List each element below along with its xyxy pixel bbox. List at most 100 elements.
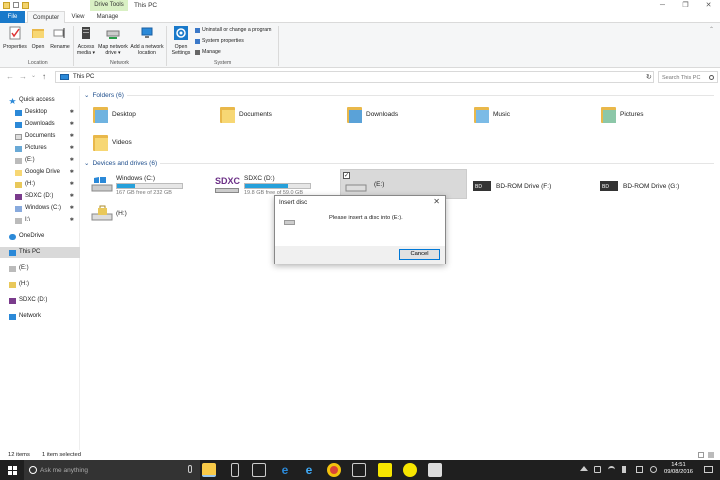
tab-manage[interactable]: Manage (95, 11, 120, 23)
tab-view[interactable]: View (68, 11, 88, 23)
sidebar-item-desktop[interactable]: Desktop ✱ (0, 107, 80, 118)
sidebar-item-windows-c[interactable]: Windows (C:) ✱ (0, 203, 80, 214)
address-bar[interactable]: This PC ⌄ (55, 71, 654, 83)
drives-section-header[interactable]: ⌄ Devices and drives (6) (84, 159, 714, 167)
sidebar-item-quick-access[interactable]: Quick access (0, 95, 80, 106)
sidebar-item-drive-h[interactable]: (H:) (0, 279, 80, 290)
drive-bd-rom-f[interactable]: BD BD-ROM Drive (F:) (471, 172, 551, 200)
computer-icon (60, 74, 69, 80)
refresh-icon[interactable]: ↻ (646, 73, 652, 81)
new-folder-icon[interactable] (22, 2, 29, 9)
cortana-icon (29, 466, 37, 474)
start-button[interactable] (0, 460, 24, 480)
tab-file[interactable]: File (0, 11, 25, 23)
sidebar-item-sdxc[interactable]: SDXC (D:) ✱ (0, 191, 80, 202)
drive-windows-c[interactable]: Windows (C:) 167 GB free of 232 GB (91, 171, 183, 199)
sidebar-item-drive-e[interactable]: (E:) ✱ (0, 155, 80, 166)
pin-icon[interactable]: ✱ (70, 191, 74, 202)
star-icon (9, 97, 16, 104)
messenger-icon[interactable] (378, 463, 392, 477)
system-properties-button[interactable]: System properties (195, 38, 244, 44)
folder-pictures[interactable]: Pictures (601, 101, 643, 127)
back-icon[interactable]: ← (6, 72, 14, 81)
edge-browser-icon[interactable]: e (278, 463, 292, 477)
cancel-button[interactable]: Cancel (399, 249, 440, 260)
sidebar-item-google-drive[interactable]: Google Drive ✱ (0, 167, 80, 178)
pin-icon[interactable]: ✱ (70, 143, 74, 154)
language-icon[interactable] (650, 466, 657, 473)
sidebar-item-documents[interactable]: Documents ✱ (0, 131, 80, 142)
uninstall-program-button[interactable]: Uninstall or change a program (195, 27, 272, 33)
keyboard-icon[interactable] (636, 466, 643, 473)
app-icon[interactable] (352, 463, 366, 477)
checkbox-icon[interactable]: ✓ (343, 172, 350, 179)
rename-icon (53, 28, 65, 38)
folder-documents[interactable]: Documents (220, 101, 272, 127)
sidebar-item-drive-e[interactable]: (E:) (0, 263, 80, 274)
folder-downloads[interactable]: Downloads (347, 101, 398, 127)
search-box[interactable] (658, 71, 718, 83)
manage-button[interactable]: Manage (195, 49, 221, 55)
folder-icon[interactable] (3, 2, 10, 9)
sidebar-item-network[interactable]: Network (0, 311, 80, 322)
forward-icon[interactable]: → (19, 72, 27, 81)
map-network-drive-button[interactable]: Map network drive ▾ (98, 26, 128, 56)
sidebar-item-downloads[interactable]: Downloads ✱ (0, 119, 80, 130)
minimize-icon[interactable]: ─ (651, 0, 674, 11)
chevron-up-icon[interactable]: ⌃ (709, 26, 714, 33)
drive-bd-rom-g[interactable]: BD BD-ROM Drive (G:) (598, 172, 679, 200)
pin-icon[interactable]: ✱ (70, 155, 74, 166)
open-button[interactable]: Open (29, 26, 47, 50)
file-explorer-taskbar-icon[interactable] (202, 463, 216, 477)
chevron-down-icon[interactable]: ⌄ (31, 72, 36, 79)
microphone-icon[interactable] (188, 465, 192, 473)
volume-icon[interactable] (622, 466, 626, 473)
battery-icon[interactable] (594, 466, 601, 473)
tiles-view-icon[interactable] (708, 452, 714, 458)
open-settings-button[interactable]: Open Settings (170, 26, 192, 56)
pin-icon[interactable]: ✱ (70, 131, 74, 142)
sidebar-item-drive-h[interactable]: (H:) ✱ (0, 179, 80, 190)
maximize-icon[interactable]: ❐ (674, 0, 697, 11)
chrome-icon[interactable] (327, 463, 341, 477)
sidebar-item-sdxc[interactable]: SDXC (D:) (0, 295, 80, 306)
rename-button[interactable]: Rename (49, 26, 71, 50)
pin-icon[interactable]: ✱ (70, 167, 74, 178)
drive-tools-context-tab[interactable]: Drive Tools (90, 0, 128, 11)
details-view-icon[interactable] (698, 452, 704, 458)
properties-small-icon[interactable] (13, 2, 19, 8)
store-icon[interactable] (252, 463, 266, 477)
network-location-icon (141, 27, 153, 38)
taskbar-clock[interactable]: 14:51 09/08/2016 (664, 462, 693, 476)
wifi-icon[interactable] (608, 466, 615, 473)
access-media-button[interactable]: Access media ▾ (76, 26, 96, 56)
add-network-location-button[interactable]: Add a network location (130, 26, 164, 56)
sidebar-item-drive-i[interactable]: I:\ ✱ (0, 215, 80, 226)
close-icon[interactable]: ✕ (433, 197, 440, 206)
pin-icon[interactable]: ✱ (70, 119, 74, 130)
pin-icon[interactable]: ✱ (70, 179, 74, 190)
drive-h[interactable]: (H:) (91, 199, 127, 227)
pin-icon[interactable]: ✱ (70, 215, 74, 226)
internet-explorer-icon[interactable]: e (302, 463, 316, 477)
pin-icon[interactable]: ✱ (70, 203, 74, 214)
computer-icon (9, 249, 16, 256)
tray-overflow-icon[interactable] (580, 466, 588, 471)
cortana-search-box[interactable]: Ask me anything (24, 460, 200, 480)
sidebar-item-onedrive[interactable]: OneDrive (0, 231, 80, 242)
folders-section-header[interactable]: ⌄ Folders (6) (84, 91, 714, 99)
folder-videos[interactable]: Videos (93, 129, 132, 155)
properties-button[interactable]: Properties (3, 26, 27, 50)
search-input[interactable] (662, 73, 710, 83)
chat-app-icon[interactable] (403, 463, 417, 477)
pin-icon[interactable]: ✱ (70, 107, 74, 118)
task-view-icon[interactable] (231, 463, 239, 477)
close-icon[interactable]: ✕ (697, 0, 720, 11)
notifications-icon[interactable] (704, 466, 713, 473)
sidebar-item-this-pc[interactable]: This PC (0, 247, 80, 258)
folder-desktop[interactable]: Desktop (93, 101, 136, 127)
up-icon[interactable]: ↑ (42, 72, 46, 81)
sidebar-item-pictures[interactable]: Pictures ✱ (0, 143, 80, 154)
folder-music[interactable]: Music (474, 101, 510, 127)
office-app-icon[interactable] (428, 463, 442, 477)
